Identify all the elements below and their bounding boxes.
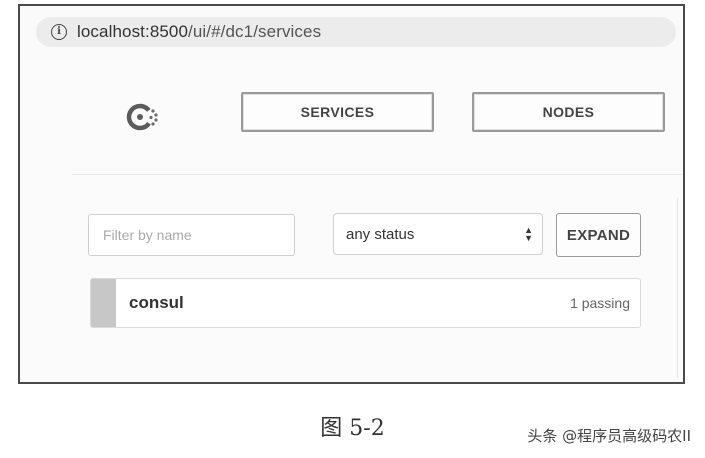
address-bar: i localhost:8500/ui/#/dc1/services — [20, 6, 683, 58]
select-updown-icon: ▲ ▼ — [524, 225, 533, 243]
health-status-bar — [91, 279, 116, 327]
url-host: localhost:8500 — [77, 22, 189, 41]
screenshot-page: i localhost:8500/ui/#/dc1/services SERVI… — [0, 0, 705, 458]
watermark: 头条 @程序员高级码农II — [527, 427, 691, 445]
browser-window: i localhost:8500/ui/#/dc1/services SERVI… — [18, 4, 685, 384]
header-divider — [72, 174, 682, 175]
services-nav-button[interactable]: SERVICES — [241, 92, 434, 132]
nodes-nav-button[interactable]: NODES — [472, 92, 665, 132]
status-filter-select[interactable]: any status ▲ ▼ — [333, 213, 543, 255]
url-path: /ui/#/dc1/services — [188, 22, 322, 41]
filter-by-name-input[interactable] — [88, 214, 295, 256]
consul-ui: SERVICES NODES any status ▲▼ EXPAND cons… — [20, 58, 683, 382]
service-health-summary: 1 passing — [570, 295, 630, 311]
consul-logo-icon[interactable] — [123, 97, 163, 137]
info-icon[interactable]: i — [51, 24, 67, 40]
status-select-value: any status — [346, 225, 415, 243]
service-name: consul — [129, 293, 184, 312]
url-text: localhost:8500/ui/#/dc1/services — [77, 22, 321, 42]
service-list-item[interactable]: consul 1 passing — [90, 278, 641, 328]
expand-button[interactable]: EXPAND — [556, 213, 641, 257]
panel-edge — [677, 198, 678, 378]
url-field[interactable]: i localhost:8500/ui/#/dc1/services — [36, 17, 676, 47]
